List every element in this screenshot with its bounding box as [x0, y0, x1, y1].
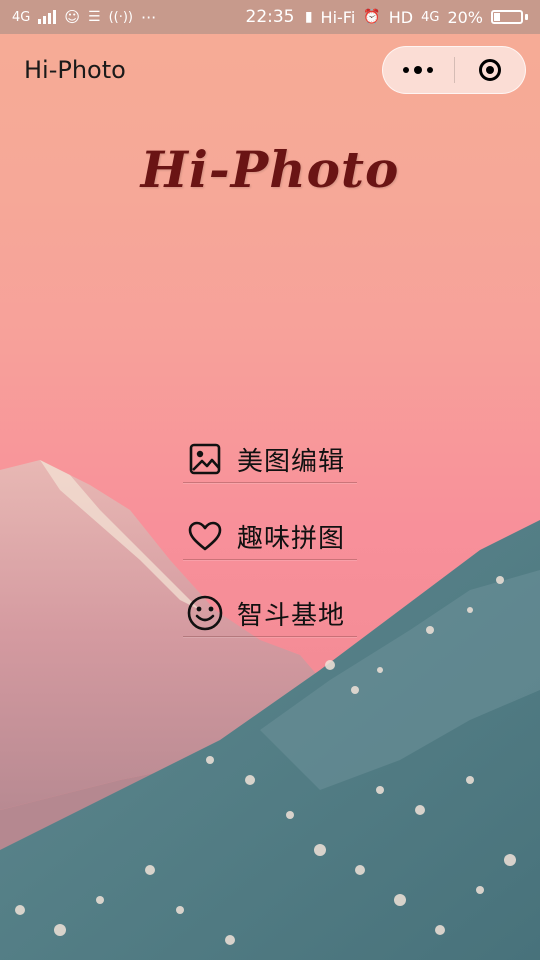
close-button[interactable]	[455, 47, 526, 93]
app-logo-text: Hi-Photo	[140, 140, 400, 199]
smiley-icon	[183, 591, 227, 635]
alarm-icon: ⏰	[363, 9, 381, 25]
main-menu: 美图编辑 趣味拼图 智斗基地	[183, 436, 357, 667]
battery-icon	[491, 10, 528, 24]
more-dots-icon	[403, 66, 434, 74]
more-status-icon: ···	[140, 7, 157, 27]
heart-icon	[183, 514, 227, 558]
status-bar: 4G ☺ ☰ ((·)) ··· 22:35 ▮ Hi-Fi ⏰ HD 4G 2…	[0, 0, 540, 34]
network-label: 4G	[12, 9, 31, 25]
sim-icon: ▮	[304, 9, 313, 25]
battery-percent: 20%	[447, 7, 483, 27]
battery-level	[494, 13, 500, 21]
network-right-label: 4G	[421, 9, 440, 25]
menu-item-photo-edit[interactable]: 美图编辑	[183, 436, 357, 483]
target-circle-icon	[478, 59, 501, 81]
hotspot-icon: ((·))	[108, 9, 133, 25]
menu-item-label: 美图编辑	[237, 446, 346, 477]
storage-icon: ☰	[88, 9, 101, 25]
status-bar-left: 4G ☺ ☰ ((·)) ···	[12, 8, 156, 27]
status-bar-right: ▮ Hi-Fi ⏰ HD 4G 20%	[305, 8, 528, 27]
signal-icon	[38, 10, 57, 24]
image-icon	[183, 437, 227, 481]
menu-item-brain-base[interactable]: 智斗基地	[183, 590, 357, 637]
app-screen: 4G ☺ ☰ ((·)) ··· 22:35 ▮ Hi-Fi ⏰ HD 4G 2…	[0, 0, 540, 960]
hd-label: HD	[388, 7, 414, 27]
more-button[interactable]	[383, 47, 454, 93]
status-time: 22:35	[245, 7, 295, 27]
wifi-label: Hi-Fi	[320, 7, 356, 27]
qq-icon: ☺	[64, 8, 80, 26]
menu-item-fun-puzzle[interactable]: 趣味拼图	[183, 513, 357, 560]
navigation-bar: Hi-Photo	[0, 34, 540, 110]
mini-program-capsule	[382, 46, 526, 94]
page-title: Hi-Photo	[24, 56, 126, 84]
menu-item-label: 趣味拼图	[237, 523, 346, 554]
menu-item-label: 智斗基地	[237, 600, 346, 631]
